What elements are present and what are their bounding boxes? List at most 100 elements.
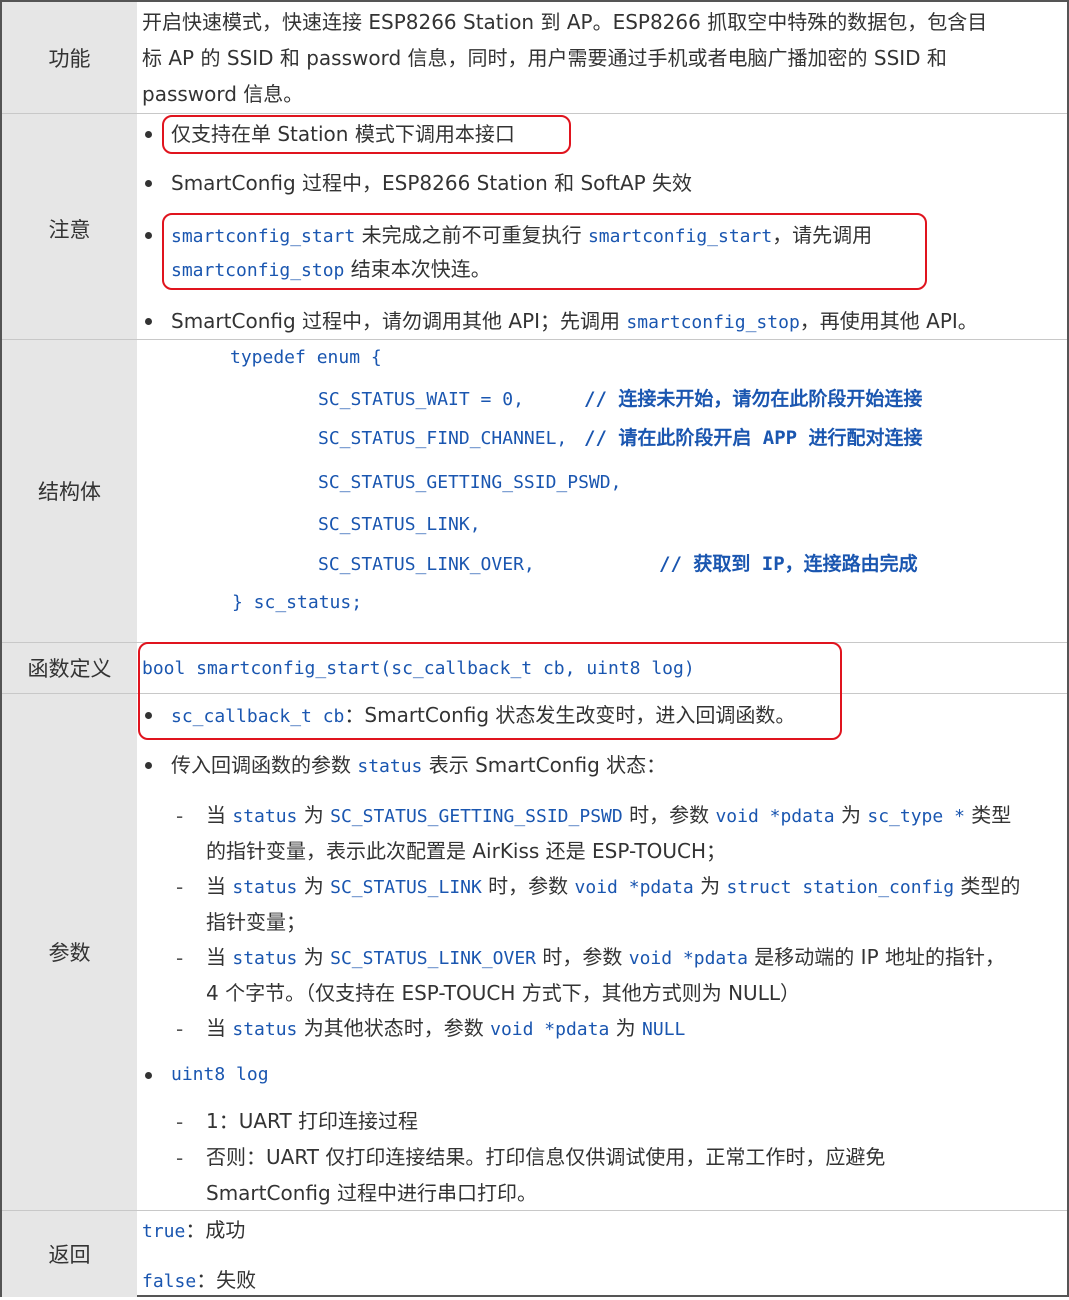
log-option-1: 1：UART 打印连接过程 [206, 1109, 419, 1133]
status-case-1-line-1: 当 status 为 SC_STATUS_GETTING_SSID_PSWD 时… [206, 797, 1011, 835]
api-doc-table: 功能 开启快速模式，快速连接 ESP8266 Station 到 AP。ESP8… [0, 0, 1069, 1297]
s3-b: status [232, 948, 298, 969]
bullet-icon [145, 762, 152, 769]
s2-i: 类型的 [954, 874, 1021, 898]
dash-marker: - [176, 875, 184, 899]
note-2: SmartConfig 过程中，ESP8266 Station 和 SoftAP… [171, 171, 693, 195]
row-return: 返回 true：成功 false：失败 [2, 1211, 1067, 1297]
s3-a: 当 [206, 945, 233, 969]
dash-marker: - [176, 946, 184, 970]
bullet-icon [145, 232, 152, 239]
bullet-icon [145, 1072, 152, 1079]
label-struct: 结构体 [2, 340, 137, 642]
s1-f: void *pdata [715, 806, 835, 827]
enum-link: SC_STATUS_LINK, [318, 514, 481, 535]
param-log: uint8 log [171, 1064, 269, 1085]
dash-marker: - [176, 1110, 184, 1134]
s4-b: status [232, 1019, 298, 1040]
highlight-box-note-3 [162, 213, 927, 290]
s1-h: sc_type * [867, 806, 965, 827]
s1-g: 为 [834, 803, 868, 827]
code-true: true [142, 1221, 186, 1242]
s3-e: 时，参数 [536, 945, 629, 969]
note-4: SmartConfig 过程中，请勿调用其他 API；先调用 smartconf… [171, 303, 978, 341]
row-function: 功能 开启快速模式，快速连接 ESP8266 Station 到 AP。ESP8… [2, 2, 1067, 113]
note-4-text-1: SmartConfig 过程中，请勿调用其他 API；先调用 [171, 309, 627, 333]
highlight-box-note-1 [162, 115, 571, 154]
s1-d: SC_STATUS_GETTING_SSID_PSWD [330, 806, 623, 827]
status-case-4: 当 status 为其他状态时，参数 void *pdata 为 NULL [206, 1010, 685, 1048]
label-params: 参数 [2, 694, 137, 1210]
bullet-icon [145, 180, 152, 187]
s1-a: 当 [206, 803, 233, 827]
function-line-1: 开启快速模式，快速连接 ESP8266 Station 到 AP。ESP8266… [142, 10, 988, 34]
comment-wait: // 连接未开始，请勿在此阶段开始连接 [584, 388, 923, 410]
enum-find-channel: SC_STATUS_FIND_CHANNEL, [318, 428, 568, 449]
s2-e: 时，参数 [481, 874, 575, 898]
param-status-text-2: 表示 SmartConfig 状态： [422, 753, 667, 777]
s3-f: void *pdata [628, 948, 748, 969]
return-content: true：成功 false：失败 [138, 1211, 1067, 1297]
bullet-icon [145, 318, 152, 325]
status-case-1-line-2: 的指针变量，表示此次配置是 AirKiss 还是 ESP-TOUCH； [206, 839, 726, 863]
status-case-2-line-2: 指针变量； [206, 910, 306, 934]
bullet-icon [145, 131, 152, 138]
s2-a: 当 [206, 874, 233, 898]
code-false: false [142, 1271, 197, 1292]
s3-c: 为 [297, 945, 331, 969]
s1-c: 为 [297, 803, 331, 827]
s2-d: SC_STATUS_LINK [330, 877, 482, 898]
code-smartconfig-stop: smartconfig_stop [626, 312, 800, 333]
label-notes: 注意 [2, 114, 137, 339]
struct-head: typedef enum { [230, 347, 382, 368]
s2-g: 为 [693, 874, 727, 898]
label-function: 功能 [2, 2, 137, 113]
params-content: sc_callback_t cb：SmartConfig 状态发生改变时，进入回… [138, 694, 1067, 1210]
row-struct: 结构体 typedef enum { SC_STATUS_WAIT = 0, /… [2, 340, 1067, 642]
return-true: true：成功 [142, 1212, 245, 1250]
param-status-intro: 传入回调函数的参数 status 表示 SmartConfig 状态： [171, 747, 666, 785]
log-option-2-line-1: 否则：UART 仅打印连接结果。打印信息仅供调试使用，正常工作时，应避免 [206, 1145, 886, 1169]
s2-h: struct station_config [726, 877, 955, 898]
enum-getting-ssid: SC_STATUS_GETTING_SSID_PSWD, [318, 472, 622, 493]
struct-tail: } sc_status; [232, 592, 363, 613]
return-false: false：失败 [142, 1262, 256, 1300]
code-status: status [357, 756, 423, 777]
enum-wait: SC_STATUS_WAIT = 0, [318, 389, 524, 410]
status-case-2-line-1: 当 status 为 SC_STATUS_LINK 时，参数 void *pda… [206, 868, 1020, 906]
comment-find-channel: // 请在此阶段开启 APP 进行配对连接 [584, 427, 923, 449]
s2-f: void *pdata [574, 877, 694, 898]
status-case-3-line-1: 当 status 为 SC_STATUS_LINK_OVER 时，参数 void… [206, 939, 1005, 977]
return-true-text: ：成功 [185, 1218, 246, 1242]
s4-a: 当 [206, 1016, 233, 1040]
param-status-text-1: 传入回调函数的参数 [171, 753, 358, 777]
label-definition: 函数定义 [2, 643, 137, 693]
s4-e: 为 [609, 1016, 643, 1040]
s3-d: SC_STATUS_LINK_OVER [330, 948, 537, 969]
s1-b: status [232, 806, 298, 827]
function-content: 开启快速模式，快速连接 ESP8266 Station 到 AP。ESP8266… [138, 2, 1067, 113]
row-params: 参数 sc_callback_t cb：SmartConfig 状态发生改变时，… [2, 694, 1067, 1210]
highlight-box-definition [138, 642, 842, 740]
dash-marker: - [176, 1146, 184, 1170]
dash-marker: - [176, 1017, 184, 1041]
s4-f: NULL [642, 1019, 686, 1040]
struct-content: typedef enum { SC_STATUS_WAIT = 0, // 连接… [138, 340, 1067, 642]
function-line-2: 标 AP 的 SSID 和 password 信息，同时，用户需要通过手机或者电… [142, 46, 947, 70]
s2-b: status [232, 877, 298, 898]
comment-link-over: // 获取到 IP，连接路由完成 [659, 553, 918, 575]
status-case-3-line-2: 4 个字节。（仅支持在 ESP-TOUCH 方式下，其他方式则为 NULL） [206, 981, 800, 1005]
s1-i: 类型 [964, 803, 1012, 827]
label-return: 返回 [2, 1211, 137, 1297]
return-false-text: ：失败 [196, 1268, 257, 1292]
s1-e: 时，参数 [622, 803, 716, 827]
s3-g: 是移动端的 IP 地址的指针， [747, 945, 1005, 969]
enum-link-over: SC_STATUS_LINK_OVER, [318, 554, 535, 575]
note-4-text-2: ，再使用其他 API。 [799, 309, 978, 333]
log-option-2-line-2: SmartConfig 过程中进行串口打印。 [206, 1181, 538, 1205]
s4-c: 为其他状态时，参数 [297, 1016, 491, 1040]
function-line-3: password 信息。 [142, 82, 304, 106]
s4-d: void *pdata [490, 1019, 610, 1040]
s2-c: 为 [297, 874, 331, 898]
dash-marker: - [176, 804, 184, 828]
